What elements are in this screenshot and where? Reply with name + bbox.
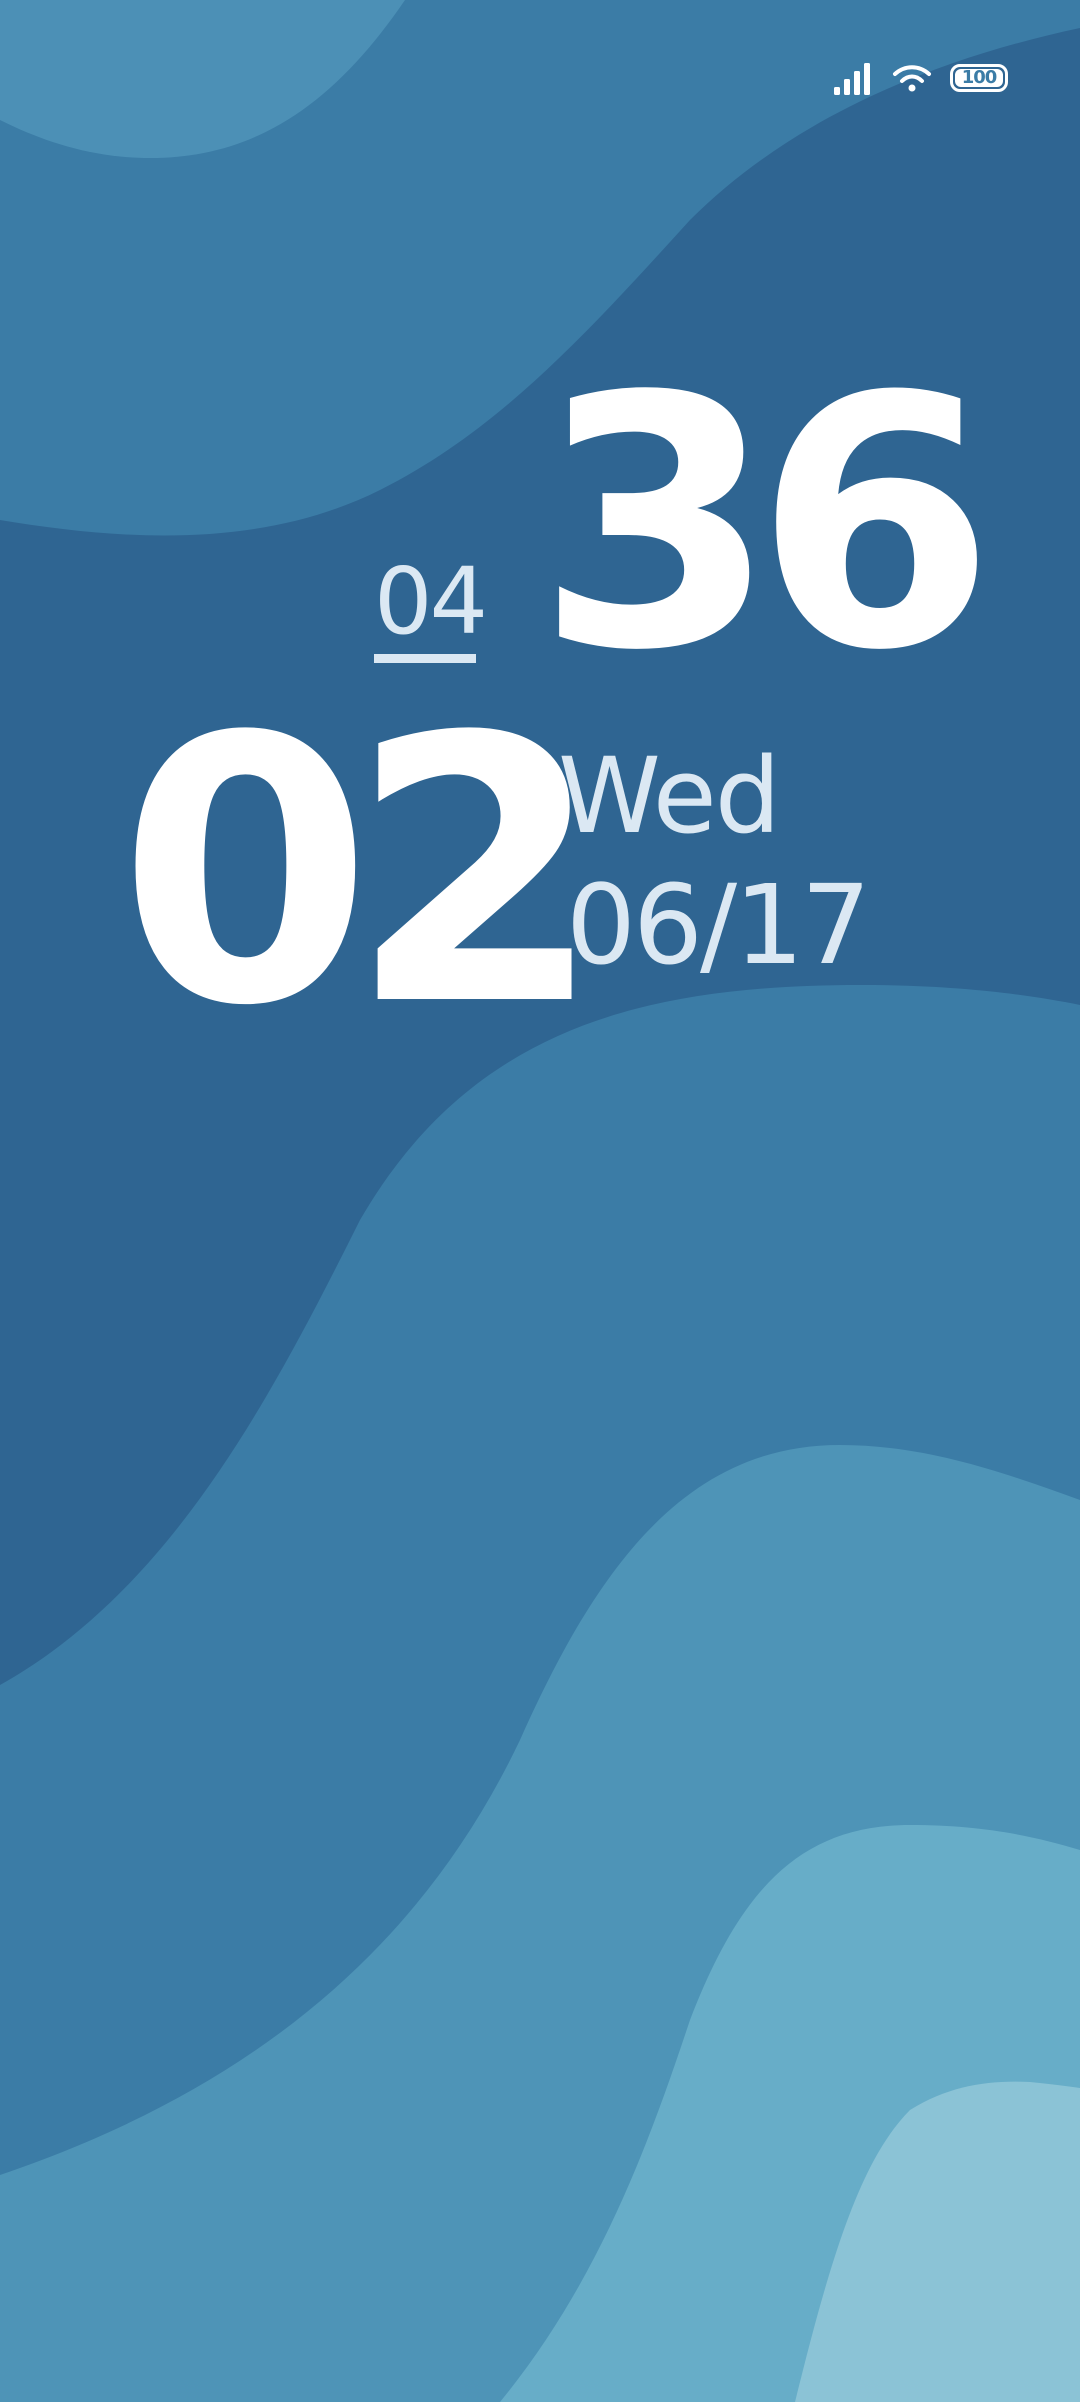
battery-icon: 100: [950, 64, 1008, 92]
clock-hour: 02: [118, 660, 603, 1086]
clock-small-number: 04: [374, 548, 488, 655]
clock-weekday: Wed: [558, 735, 781, 857]
clock-minute: 36: [536, 323, 995, 726]
clock-date: 06/17: [566, 861, 871, 989]
signal-bars-icon: [834, 61, 874, 95]
status-bar: 100: [834, 58, 1008, 98]
wifi-icon: [892, 63, 932, 93]
battery-level: 100: [961, 67, 998, 88]
